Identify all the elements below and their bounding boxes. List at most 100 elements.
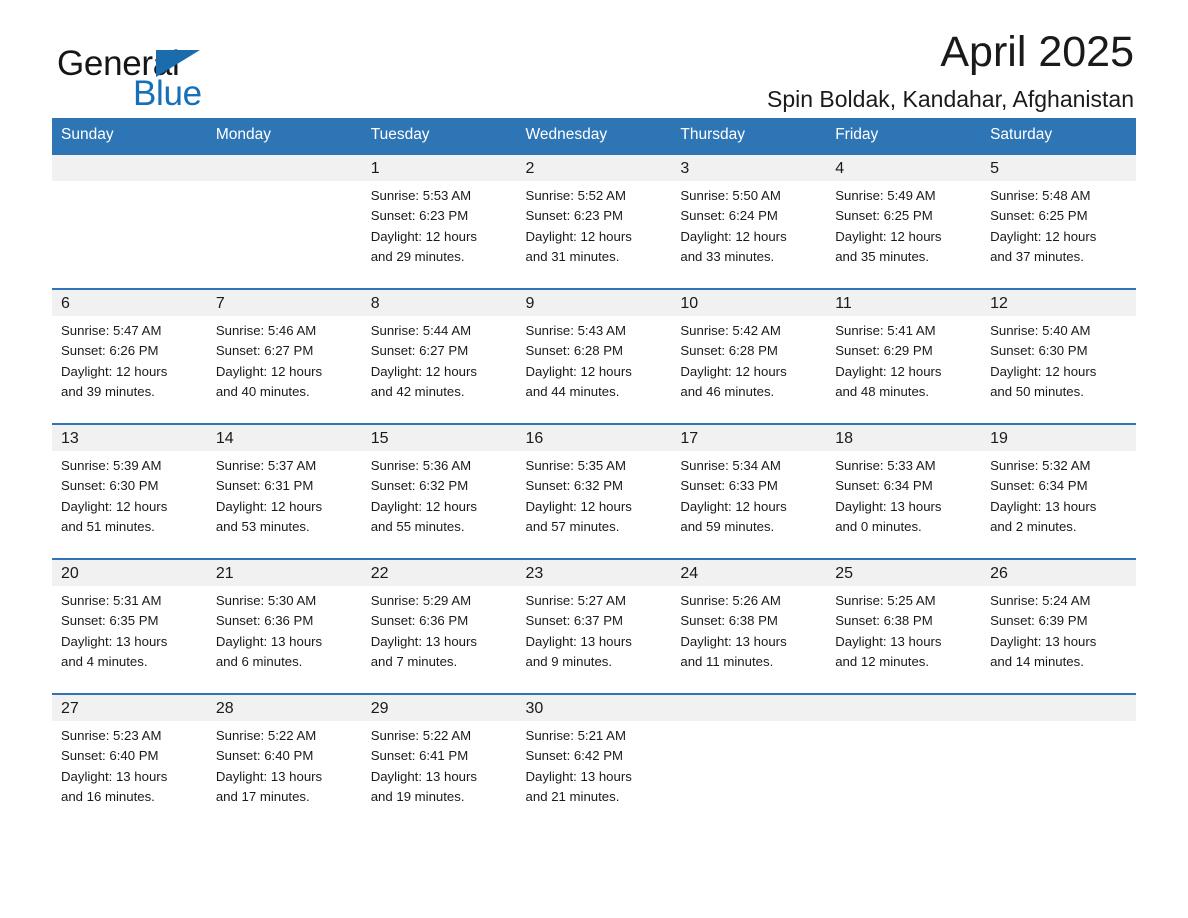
- daylight-duration-line1: Daylight: 13 hours: [835, 498, 942, 514]
- day-cell-inner: 24 Sunrise: 5:26 AM Sunset: 6:38 PM Dayligh…: [671, 560, 827, 693]
- sunrise-time: Sunrise: 5:41 AM: [835, 323, 936, 338]
- calendar-day-cell[interactable]: 19 Sunrise: 5:32 AM Sunset: 6:34 PM Dayligh…: [981, 423, 1136, 559]
- calendar-day-cell[interactable]: 28 Sunrise: 5:22 AM Sunset: 6:40 PM Dayligh…: [206, 693, 362, 829]
- calendar-empty-cell: [52, 153, 207, 289]
- sunrise-time: Sunrise: 5:25 AM: [835, 593, 936, 608]
- calendar-week-row: 13 Sunrise: 5:39 AM Sunset: 6:30 PM Dayligh…: [52, 423, 1136, 559]
- calendar-day-cell[interactable]: 23 Sunrise: 5:27 AM Sunset: 6:37 PM Dayligh…: [516, 558, 672, 694]
- calendar-day-cell[interactable]: 12 Sunrise: 5:40 AM Sunset: 6:30 PM Dayligh…: [981, 288, 1136, 424]
- sunrise-time: Sunrise: 5:34 AM: [680, 458, 781, 473]
- daylight-duration-line2: and 11 minutes.: [680, 654, 774, 670]
- calendar-day-cell[interactable]: 6 Sunrise: 5:47 AM Sunset: 6:26 PM Daylight…: [52, 288, 207, 424]
- sunrise-time: Sunrise: 5:52 AM: [525, 188, 626, 203]
- day-details: Sunrise: 5:39 AM Sunset: 6:30 PM Daylight:…: [52, 451, 207, 538]
- day-cell-inner: 22 Sunrise: 5:29 AM Sunset: 6:36 PM Dayligh…: [361, 560, 517, 693]
- calendar-day-cell[interactable]: 26 Sunrise: 5:24 AM Sunset: 6:39 PM Dayligh…: [981, 558, 1136, 694]
- sunset-time: Sunset: 6:23 PM: [525, 208, 624, 224]
- day-cell-inner: 21 Sunrise: 5:30 AM Sunset: 6:36 PM Dayligh…: [206, 560, 362, 693]
- calendar-day-cell[interactable]: 4 Sunrise: 5:49 AM Sunset: 6:25 PM Daylight…: [826, 153, 982, 289]
- calendar-body: 1 Sunrise: 5:53 AM Sunset: 6:23 PM Daylight…: [52, 153, 1136, 829]
- calendar-empty-cell: [826, 693, 982, 829]
- day-details: [52, 181, 207, 186]
- sunrise-time: Sunrise: 5:48 AM: [990, 188, 1091, 203]
- sunset-time: Sunset: 6:29 PM: [835, 343, 933, 359]
- calendar-day-cell[interactable]: 25 Sunrise: 5:25 AM Sunset: 6:38 PM Dayligh…: [826, 558, 982, 694]
- day-details: Sunrise: 5:40 AM Sunset: 6:30 PM Daylight:…: [981, 316, 1136, 403]
- day-number: 9: [516, 290, 672, 316]
- calendar-day-cell[interactable]: 22 Sunrise: 5:29 AM Sunset: 6:36 PM Dayligh…: [361, 558, 517, 694]
- calendar-day-cell[interactable]: 10 Sunrise: 5:42 AM Sunset: 6:28 PM Dayligh…: [671, 288, 827, 424]
- sunrise-time: Sunrise: 5:42 AM: [680, 323, 781, 338]
- calendar-day-cell[interactable]: 5 Sunrise: 5:48 AM Sunset: 6:25 PM Daylight…: [981, 153, 1136, 289]
- daylight-duration-line2: and 33 minutes.: [680, 249, 775, 265]
- day-number: 15: [361, 425, 517, 451]
- day-number: 12: [981, 290, 1136, 316]
- day-number: 4: [826, 155, 982, 181]
- calendar-day-cell[interactable]: 17 Sunrise: 5:34 AM Sunset: 6:33 PM Dayligh…: [671, 423, 827, 559]
- daylight-duration-line2: and 57 minutes.: [525, 519, 620, 535]
- calendar-day-cell[interactable]: 2 Sunrise: 5:52 AM Sunset: 6:23 PM Daylight…: [516, 153, 672, 289]
- day-details: Sunrise: 5:24 AM Sunset: 6:39 PM Daylight:…: [981, 586, 1136, 673]
- calendar-day-cell[interactable]: 15 Sunrise: 5:36 AM Sunset: 6:32 PM Dayligh…: [361, 423, 517, 559]
- day-number: [981, 695, 1136, 721]
- daylight-duration-line2: and 12 minutes.: [835, 654, 930, 670]
- day-number: 26: [981, 560, 1136, 586]
- general-blue-logo[interactable]: General Blue: [57, 44, 317, 116]
- daylight-duration-line2: and 53 minutes.: [215, 519, 310, 535]
- sunrise-time: Sunrise: 5:29 AM: [370, 593, 472, 608]
- page-header: General Blue April 2025 Spin Boldak, Kan…: [52, 0, 1136, 118]
- daylight-duration-line2: and 2 minutes.: [990, 519, 1077, 535]
- calendar-day-cell[interactable]: 24 Sunrise: 5:26 AM Sunset: 6:38 PM Dayligh…: [671, 558, 827, 694]
- daylight-duration-line2: and 6 minutes.: [215, 654, 303, 670]
- calendar-day-cell[interactable]: 18 Sunrise: 5:33 AM Sunset: 6:34 PM Dayligh…: [826, 423, 982, 559]
- sunset-time: Sunset: 6:38 PM: [680, 613, 778, 629]
- sunrise-time: Sunrise: 5:47 AM: [61, 323, 162, 338]
- calendar-day-cell[interactable]: 8 Sunrise: 5:44 AM Sunset: 6:27 PM Daylight…: [361, 288, 517, 424]
- calendar-day-cell[interactable]: 11 Sunrise: 5:41 AM Sunset: 6:29 PM Dayligh…: [826, 288, 982, 424]
- daylight-duration-line2: and 7 minutes.: [370, 654, 458, 670]
- day-cell-inner: 10 Sunrise: 5:42 AM Sunset: 6:28 PM Dayligh…: [671, 290, 827, 423]
- page-subtitle: Spin Boldak, Kandahar, Afghanistan: [766, 86, 1134, 112]
- calendar-day-cell[interactable]: 13 Sunrise: 5:39 AM Sunset: 6:30 PM Dayligh…: [52, 423, 207, 559]
- day-details: Sunrise: 5:23 AM Sunset: 6:40 PM Daylight:…: [52, 721, 207, 808]
- daylight-duration-line1: Daylight: 13 hours: [990, 498, 1097, 514]
- calendar-day-cell[interactable]: 27 Sunrise: 5:23 AM Sunset: 6:40 PM Dayligh…: [52, 693, 207, 829]
- sunrise-time: Sunrise: 5:30 AM: [215, 593, 317, 608]
- weekday-header-row: Sunday Monday Tuesday Wednesday Thursday…: [52, 118, 1136, 154]
- day-number: 5: [981, 155, 1136, 181]
- day-number: 3: [671, 155, 827, 181]
- day-details: Sunrise: 5:22 AM Sunset: 6:40 PM Daylight:…: [207, 721, 362, 808]
- calendar-day-cell[interactable]: 21 Sunrise: 5:30 AM Sunset: 6:36 PM Dayligh…: [206, 558, 362, 694]
- sunrise-time: Sunrise: 5:53 AM: [370, 188, 472, 203]
- daylight-duration-line1: Daylight: 12 hours: [215, 363, 323, 379]
- sunrise-time: Sunrise: 5:31 AM: [61, 593, 162, 608]
- sunset-time: Sunset: 6:34 PM: [990, 478, 1088, 494]
- day-number: 28: [206, 695, 362, 721]
- weekday-header-wednesday: Wednesday: [516, 118, 672, 154]
- calendar-day-cell[interactable]: 7 Sunrise: 5:46 AM Sunset: 6:27 PM Daylight…: [206, 288, 362, 424]
- calendar-day-cell[interactable]: 16 Sunrise: 5:35 AM Sunset: 6:32 PM Dayligh…: [516, 423, 672, 559]
- daylight-duration-line2: and 50 minutes.: [990, 384, 1084, 400]
- calendar-day-cell[interactable]: 3 Sunrise: 5:50 AM Sunset: 6:24 PM Daylight…: [671, 153, 827, 289]
- calendar-day-cell[interactable]: 20 Sunrise: 5:31 AM Sunset: 6:35 PM Dayligh…: [52, 558, 207, 694]
- calendar-day-cell[interactable]: 1 Sunrise: 5:53 AM Sunset: 6:23 PM Daylight…: [361, 153, 517, 289]
- calendar-day-cell[interactable]: 14 Sunrise: 5:37 AM Sunset: 6:31 PM Dayligh…: [206, 423, 362, 559]
- sunset-time: Sunset: 6:34 PM: [835, 478, 933, 494]
- day-details: Sunrise: 5:52 AM Sunset: 6:23 PM Daylight:…: [517, 181, 672, 268]
- daylight-duration-line1: Daylight: 12 hours: [680, 498, 787, 514]
- day-number: 13: [52, 425, 207, 451]
- daylight-duration-line1: Daylight: 12 hours: [990, 228, 1097, 244]
- sunset-time: Sunset: 6:32 PM: [370, 478, 469, 494]
- calendar-day-cell[interactable]: 9 Sunrise: 5:43 AM Sunset: 6:28 PM Daylight…: [516, 288, 672, 424]
- calendar-day-cell[interactable]: 29 Sunrise: 5:22 AM Sunset: 6:41 PM Dayligh…: [361, 693, 517, 829]
- calendar-day-cell[interactable]: 30 Sunrise: 5:21 AM Sunset: 6:42 PM Dayligh…: [516, 693, 672, 829]
- daylight-duration-line2: and 40 minutes.: [215, 384, 310, 400]
- daylight-duration-line2: and 46 minutes.: [680, 384, 775, 400]
- daylight-duration-line2: and 19 minutes.: [370, 789, 465, 805]
- day-number: 7: [206, 290, 362, 316]
- day-details: Sunrise: 5:49 AM Sunset: 6:25 PM Daylight:…: [826, 181, 981, 268]
- sunrise-time: Sunrise: 5:40 AM: [990, 323, 1091, 338]
- daylight-duration-line1: Daylight: 13 hours: [215, 633, 323, 649]
- sunrise-time: Sunrise: 5:32 AM: [990, 458, 1091, 473]
- sunset-time: Sunset: 6:30 PM: [61, 478, 159, 494]
